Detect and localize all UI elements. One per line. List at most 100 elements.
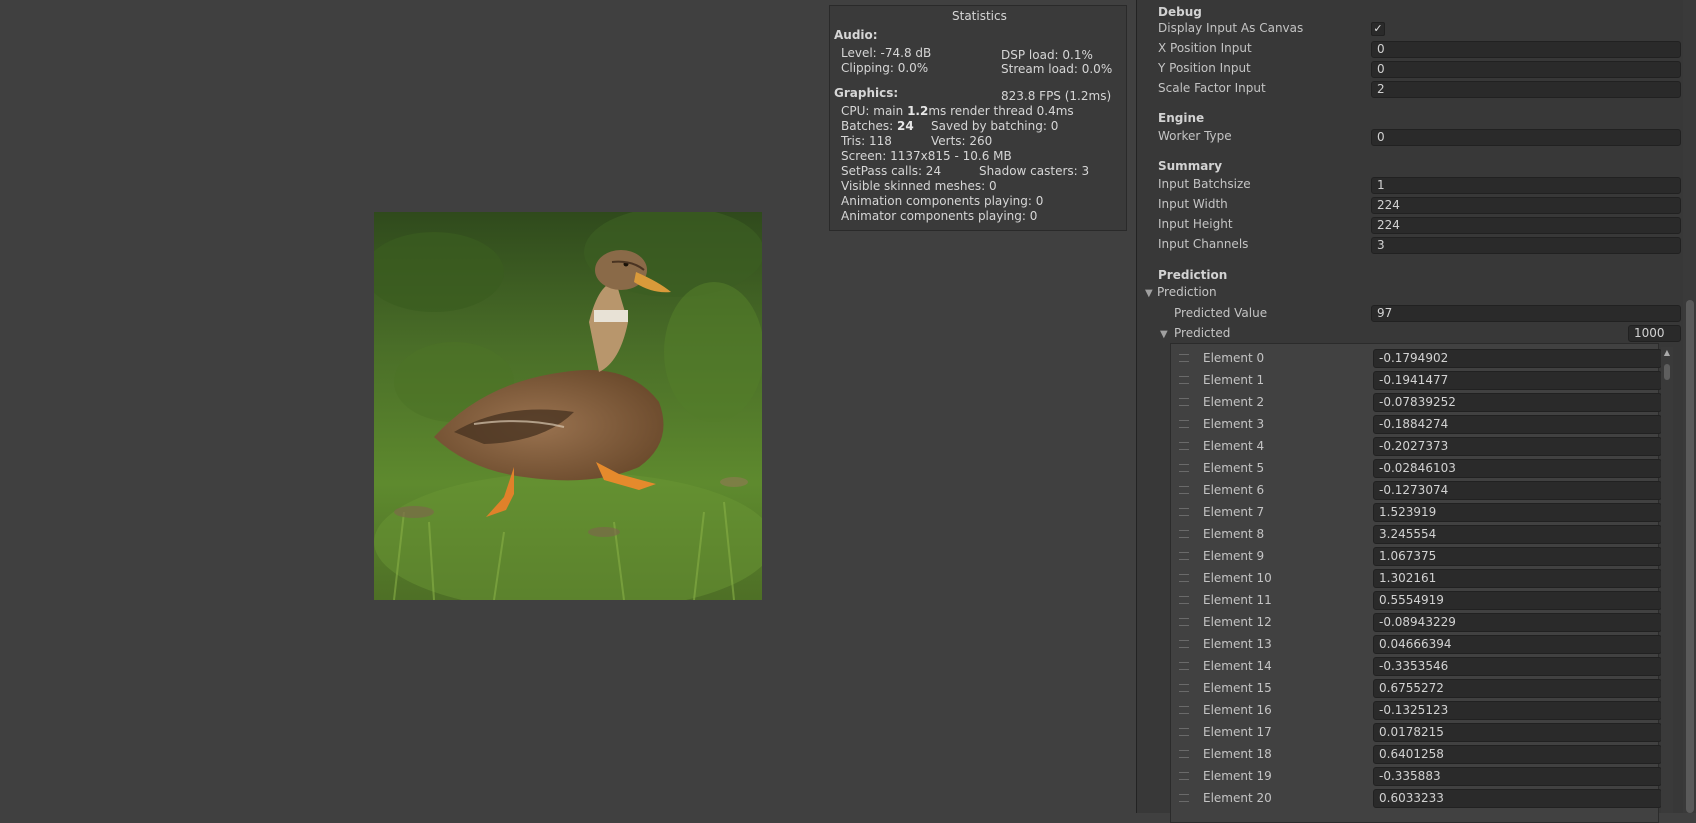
drag-handle-icon[interactable] <box>1179 530 1189 538</box>
predicted-array-label[interactable]: Predicted <box>1174 326 1230 340</box>
display-input-checkbox[interactable]: ✓ <box>1371 22 1385 36</box>
element-value-field[interactable]: 1.067375 <box>1373 547 1662 566</box>
drag-handle-icon[interactable] <box>1179 662 1189 670</box>
worker-type-field[interactable]: 0 <box>1371 129 1681 146</box>
drag-handle-icon[interactable] <box>1179 354 1189 362</box>
element-value-field[interactable]: 1.302161 <box>1373 569 1662 588</box>
element-value-field[interactable]: 0.6033233 <box>1373 789 1662 808</box>
drag-handle-icon[interactable] <box>1179 618 1189 626</box>
scale-factor-field[interactable]: 2 <box>1371 81 1681 98</box>
element-value-field[interactable]: 0.5554919 <box>1373 591 1662 610</box>
display-input-label: Display Input As Canvas <box>1158 21 1304 35</box>
list-item[interactable]: Element 20 0.6033233 <box>1171 788 1662 810</box>
drag-handle-icon[interactable] <box>1179 552 1189 560</box>
drag-handle-icon[interactable] <box>1179 772 1189 780</box>
drag-handle-icon[interactable] <box>1179 794 1189 802</box>
drag-handle-icon[interactable] <box>1179 596 1189 604</box>
element-label: Element 0 <box>1203 351 1265 365</box>
element-value-field[interactable]: 1.523919 <box>1373 503 1662 522</box>
list-item[interactable]: Element 4 -0.2027373 <box>1171 436 1662 458</box>
element-value-field[interactable]: 3.245554 <box>1373 525 1662 544</box>
element-label: Element 13 <box>1203 637 1272 651</box>
input-batchsize-label: Input Batchsize <box>1158 177 1251 191</box>
element-value-field[interactable]: -0.02846103 <box>1373 459 1662 478</box>
list-item[interactable]: Element 16 -0.1325123 <box>1171 700 1662 722</box>
element-value-field[interactable]: -0.1273074 <box>1373 481 1662 500</box>
list-item[interactable]: Element 19 -0.335883 <box>1171 766 1662 788</box>
visible-skinned-meshes: Visible skinned meshes: 0 <box>841 179 997 193</box>
screen-info: Screen: 1137x815 - 10.6 MB <box>841 149 1012 163</box>
saved-by-batching: Saved by batching: 0 <box>931 119 1059 133</box>
element-value-field[interactable]: -0.335883 <box>1373 767 1662 786</box>
input-height-field[interactable]: 224 <box>1371 217 1681 234</box>
statistics-panel: Statistics Audio: Level: -74.8 dB Clippi… <box>829 5 1127 231</box>
list-item[interactable]: Element 8 3.245554 <box>1171 524 1662 546</box>
y-position-field[interactable]: 0 <box>1371 61 1681 78</box>
inspector-scrollbar-thumb[interactable] <box>1686 300 1694 813</box>
element-value-field[interactable]: -0.1325123 <box>1373 701 1662 720</box>
element-label: Element 15 <box>1203 681 1272 695</box>
drag-handle-icon[interactable] <box>1179 464 1189 472</box>
list-item[interactable]: Element 18 0.6401258 <box>1171 744 1662 766</box>
input-height-label: Input Height <box>1158 217 1233 231</box>
scroll-up-icon[interactable]: ▲ <box>1661 347 1673 359</box>
y-position-label: Y Position Input <box>1158 61 1251 75</box>
element-value-field[interactable]: -0.3353546 <box>1373 657 1662 676</box>
drag-handle-icon[interactable] <box>1179 728 1189 736</box>
list-item[interactable]: Element 10 1.302161 <box>1171 568 1662 590</box>
element-value-field[interactable]: -0.08943229 <box>1373 613 1662 632</box>
predicted-foldout-arrow-icon[interactable]: ▼ <box>1160 329 1168 340</box>
list-item[interactable]: Element 15 0.6755272 <box>1171 678 1662 700</box>
input-batchsize-field[interactable]: 1 <box>1371 177 1681 194</box>
element-label: Element 7 <box>1203 505 1265 519</box>
drag-handle-icon[interactable] <box>1179 420 1189 428</box>
list-item[interactable]: Element 9 1.067375 <box>1171 546 1662 568</box>
prediction-foldout-arrow-icon[interactable]: ▼ <box>1145 288 1153 299</box>
element-value-field[interactable]: -0.1941477 <box>1373 371 1662 390</box>
input-width-field[interactable]: 224 <box>1371 197 1681 214</box>
list-item[interactable]: Element 17 0.0178215 <box>1171 722 1662 744</box>
x-position-field[interactable]: 0 <box>1371 41 1681 58</box>
element-value-field[interactable]: -0.1884274 <box>1373 415 1662 434</box>
list-item[interactable]: Element 5 -0.02846103 <box>1171 458 1662 480</box>
list-item[interactable]: Element 11 0.5554919 <box>1171 590 1662 612</box>
drag-handle-icon[interactable] <box>1179 376 1189 384</box>
drag-handle-icon[interactable] <box>1179 486 1189 494</box>
list-item[interactable]: Element 12 -0.08943229 <box>1171 612 1662 634</box>
inspector-scrollbar[interactable] <box>1683 0 1696 813</box>
element-value-field[interactable]: -0.07839252 <box>1373 393 1662 412</box>
list-item[interactable]: Element 7 1.523919 <box>1171 502 1662 524</box>
drag-handle-icon[interactable] <box>1179 508 1189 516</box>
element-value-field[interactable]: -0.1794902 <box>1373 349 1662 368</box>
prediction-foldout-label[interactable]: Prediction <box>1157 285 1217 299</box>
list-scrollbar[interactable]: ▲ <box>1661 347 1673 813</box>
drag-handle-icon[interactable] <box>1179 640 1189 648</box>
drag-handle-icon[interactable] <box>1179 574 1189 582</box>
duck-image <box>374 212 762 600</box>
list-item[interactable]: Element 2 -0.07839252 <box>1171 392 1662 414</box>
drag-handle-icon[interactable] <box>1179 398 1189 406</box>
predicted-value-field[interactable]: 97 <box>1371 305 1681 322</box>
list-item[interactable]: Element 0 -0.1794902 <box>1171 348 1662 370</box>
drag-handle-icon[interactable] <box>1179 684 1189 692</box>
drag-handle-icon[interactable] <box>1179 706 1189 714</box>
element-label: Element 10 <box>1203 571 1272 585</box>
list-item[interactable]: Element 1 -0.1941477 <box>1171 370 1662 392</box>
predicted-array-size-field[interactable]: 1000 <box>1628 325 1681 342</box>
element-value-field[interactable]: 0.6755272 <box>1373 679 1662 698</box>
element-value-field[interactable]: -0.2027373 <box>1373 437 1662 456</box>
input-channels-field[interactable]: 3 <box>1371 237 1681 254</box>
drag-handle-icon[interactable] <box>1179 442 1189 450</box>
list-scrollbar-thumb[interactable] <box>1664 364 1670 380</box>
element-label: Element 3 <box>1203 417 1265 431</box>
list-item[interactable]: Element 3 -0.1884274 <box>1171 414 1662 436</box>
batches-value: 24 <box>897 119 914 133</box>
list-item[interactable]: Element 6 -0.1273074 <box>1171 480 1662 502</box>
list-item[interactable]: Element 13 0.04666394 <box>1171 634 1662 656</box>
audio-level: Level: -74.8 dB <box>841 46 932 60</box>
drag-handle-icon[interactable] <box>1179 750 1189 758</box>
element-value-field[interactable]: 0.6401258 <box>1373 745 1662 764</box>
element-value-field[interactable]: 0.0178215 <box>1373 723 1662 742</box>
element-value-field[interactable]: 0.04666394 <box>1373 635 1662 654</box>
list-item[interactable]: Element 14 -0.3353546 <box>1171 656 1662 678</box>
